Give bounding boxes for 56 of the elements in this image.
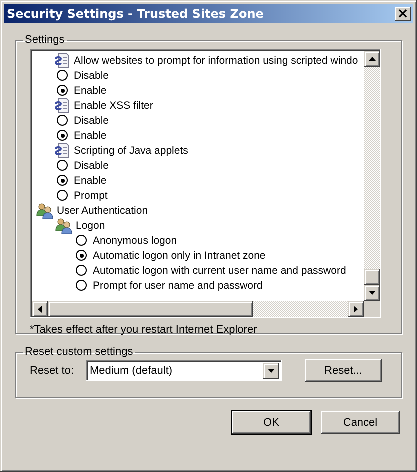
reset-level-dropdown[interactable]: Medium (default) [86,360,282,381]
radio-button[interactable] [57,130,68,141]
dropdown-arrow-icon [268,368,274,372]
setting-label: Scripting of Java applets [74,144,188,156]
reset-button[interactable]: Reset... [305,359,382,382]
setting-label: Allow websites to prompt for information using scripted windo [74,54,358,66]
scroll-thumb[interactable] [48,301,253,317]
radio-button[interactable] [76,250,87,261]
up-arrow-icon [368,57,376,61]
ok-button[interactable]: OK [232,411,311,434]
option-label: Prompt for user name and password [93,280,263,292]
horizontal-scrollbar[interactable] [32,301,380,317]
radio-button[interactable] [57,70,68,81]
users-icon [55,218,73,234]
option-label: Disable [74,70,110,82]
radio-button[interactable] [76,280,87,291]
option-label: Enable [74,174,107,186]
script-document-icon [55,98,71,114]
radio-button[interactable] [57,85,68,96]
radio-button[interactable] [76,265,87,276]
scroll-down-button[interactable] [364,285,380,301]
right-arrow-icon [354,306,358,312]
option-label: Enable [74,84,107,96]
users-icon [36,202,54,218]
scroll-thumb[interactable] [364,269,380,285]
option-label: Disable [74,160,110,172]
option-label: Enable [74,130,107,142]
down-arrow-icon [368,291,376,295]
option-label: Prompt [74,190,108,202]
radio-button[interactable] [57,175,68,186]
scrollbar-corner [364,301,380,317]
option-label: Anonymous logon [93,234,178,246]
script-document-icon [55,142,71,158]
option-label: Disable [74,114,110,126]
window-title: Security Settings - Trusted Sites Zone [7,6,264,20]
cancel-button[interactable]: Cancel [321,411,400,434]
radio-button[interactable] [57,190,68,201]
option-label: Automatic logon with current user name and password [93,264,346,276]
scroll-left-button[interactable] [32,301,48,317]
script-document-icon [55,52,71,68]
reset-label: Reset to: [30,364,76,376]
left-arrow-icon [38,306,42,312]
scroll-up-button[interactable] [364,51,380,67]
option-label: Automatic logon only in Intranet zone [93,250,266,262]
scroll-right-button[interactable] [348,301,364,317]
close-button[interactable]: × [395,6,411,20]
group-label: Logon [76,220,106,232]
radio-button[interactable] [76,235,87,246]
group-label: Settings [24,34,66,46]
group-label: User Authentication [57,204,148,216]
restart-note: *Takes effect after you restart Internet Explorer [30,324,258,336]
vertical-scrollbar[interactable] [364,51,380,301]
setting-label: Enable XSS filter [74,100,154,112]
radio-button[interactable] [57,160,68,171]
group-label: Reset custom settings [24,346,134,358]
radio-button[interactable] [57,115,68,126]
